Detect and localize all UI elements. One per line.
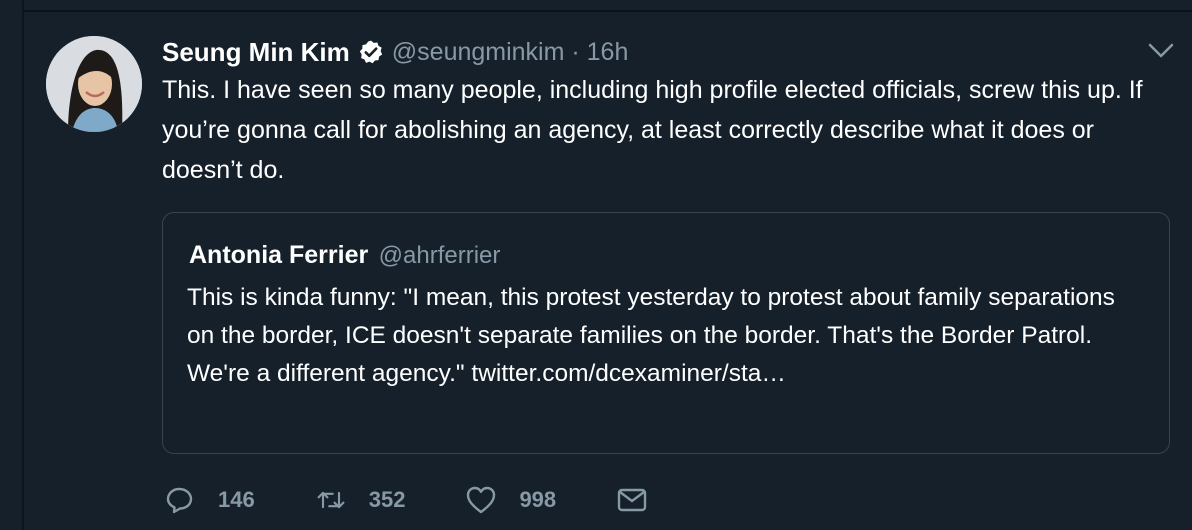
message-icon bbox=[617, 488, 647, 512]
quoted-author-handle: @ahrferrier bbox=[378, 242, 501, 269]
chevron-down-icon[interactable] bbox=[1148, 42, 1174, 60]
reply-count: 146 bbox=[218, 487, 255, 512]
author-handle-time[interactable]: @seungminkim · 16h bbox=[392, 38, 629, 67]
like-count: 998 bbox=[519, 487, 557, 512]
tweet-header: Seung Min Kim @seungminkim · 16h bbox=[162, 34, 628, 70]
quoted-tweet[interactable]: Antonia Ferrier @ahrferrier This is kind… bbox=[162, 212, 1170, 454]
avatar[interactable] bbox=[46, 36, 142, 132]
quoted-tweet-header: Antonia Ferrier @ahrferrier bbox=[189, 241, 500, 270]
retweet-icon bbox=[317, 491, 345, 509]
reply-icon bbox=[166, 487, 193, 514]
tweet-text: This. I have seen so many people, includ… bbox=[162, 76, 1143, 184]
reply-button[interactable]: 146 bbox=[164, 484, 255, 516]
quoted-tweet-text: This is kinda funny: "I mean, this prote… bbox=[187, 284, 1115, 387]
like-button[interactable]: 998 bbox=[465, 484, 556, 516]
like-icon bbox=[467, 486, 496, 514]
author-name[interactable]: Seung Min Kim bbox=[162, 37, 350, 68]
retweet-count: 352 bbox=[368, 487, 406, 512]
tweet[interactable]: Seung Min Kim @seungminkim · 16h This. I… bbox=[24, 12, 1192, 530]
retweet-button[interactable]: 352 bbox=[315, 484, 406, 516]
verified-badge-icon bbox=[358, 39, 384, 65]
direct-message-button[interactable] bbox=[616, 484, 648, 516]
quoted-author-name: Antonia Ferrier bbox=[189, 241, 369, 269]
left-rail bbox=[0, 0, 24, 530]
avatar-photo bbox=[46, 36, 142, 132]
tweet-actions: 146 352 998 bbox=[164, 482, 708, 518]
